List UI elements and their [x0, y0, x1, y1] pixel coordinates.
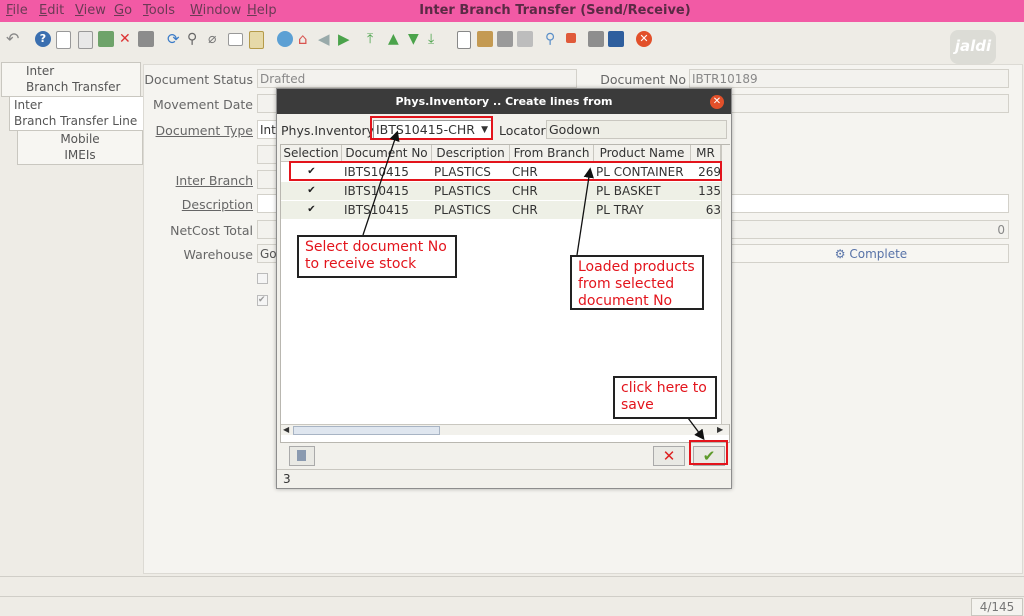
record-counter: 4/145 [971, 598, 1023, 616]
arrow-to-ok [687, 417, 705, 441]
callout-click-save: click here to save [613, 376, 717, 419]
bottom-divider [0, 576, 1024, 577]
callout-select-doc: Select document No to receive stock [297, 235, 457, 278]
callout-loaded-products: Loaded products from selected document N… [570, 255, 704, 310]
arrow-to-products [576, 167, 594, 256]
status-bar: 4/145 [0, 596, 1024, 616]
annotation-arrows [362, 130, 705, 441]
arrow-to-phys-inventory [362, 130, 400, 236]
